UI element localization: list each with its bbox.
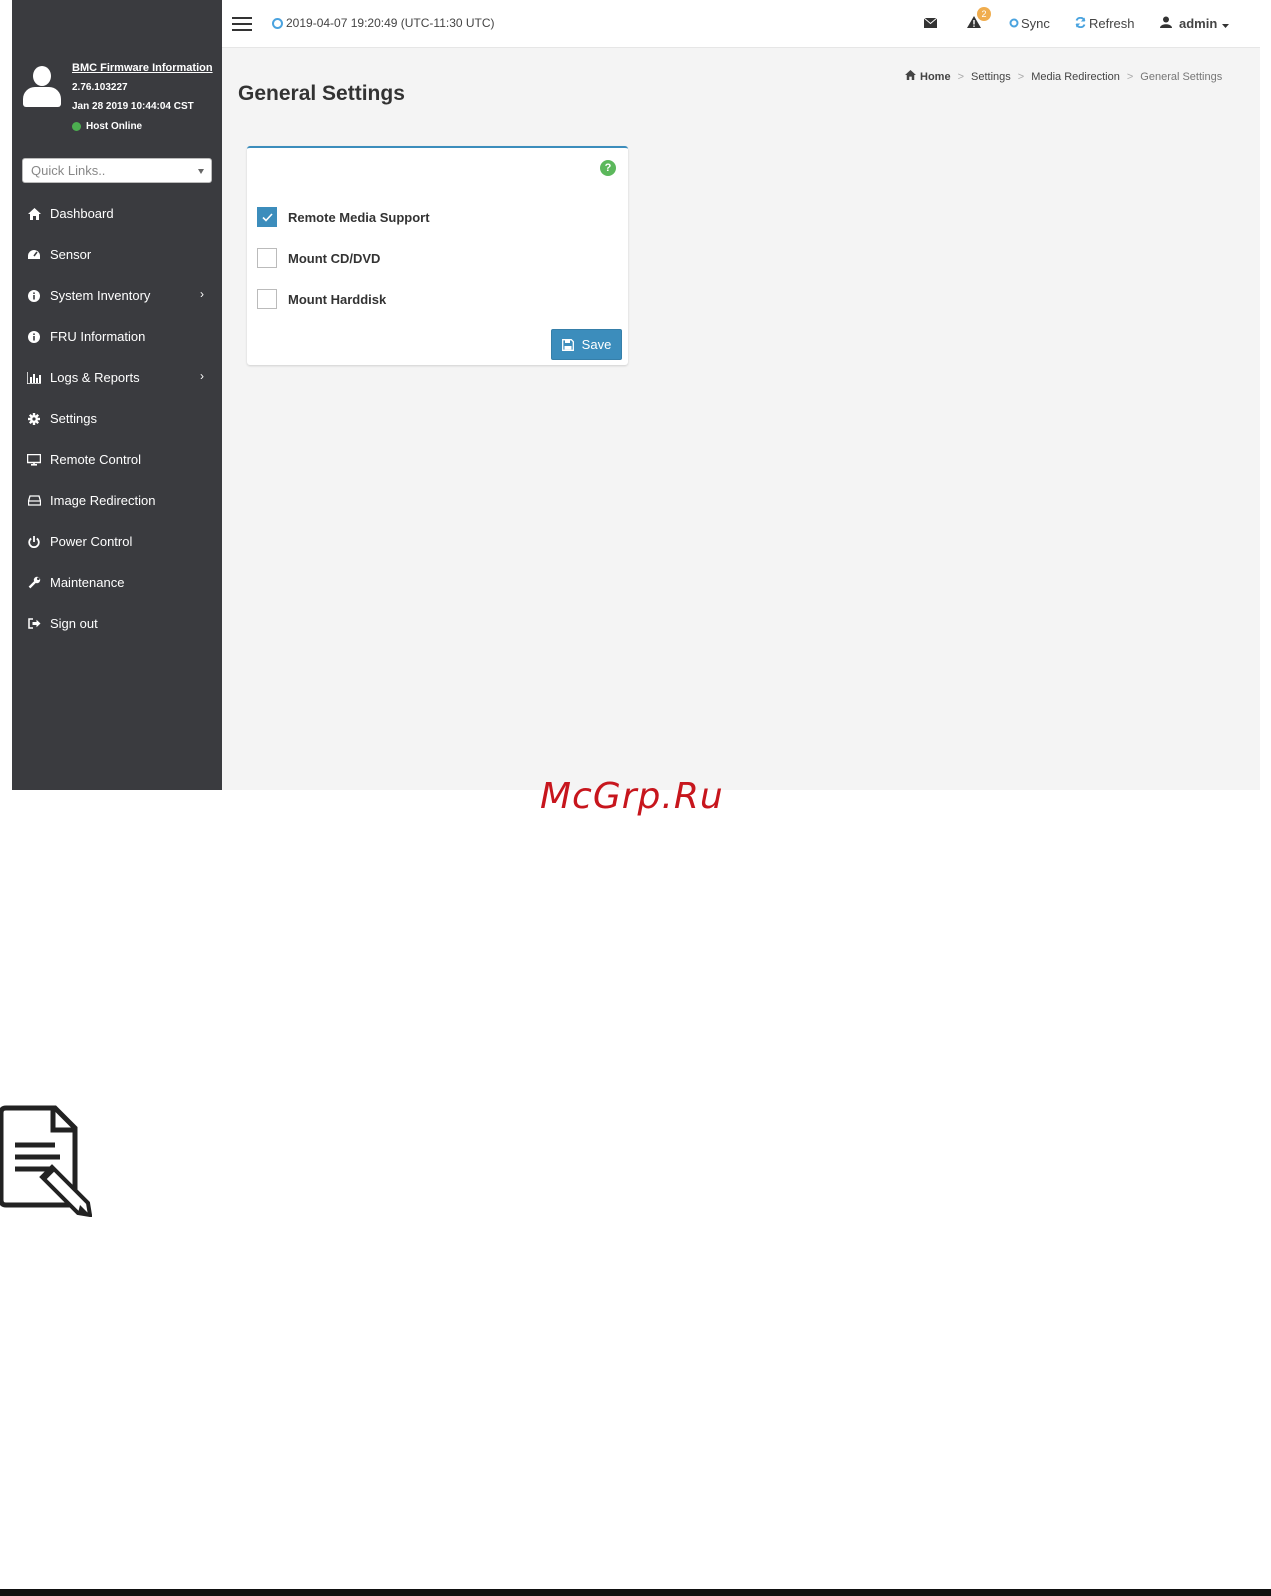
save-label: Save (581, 337, 612, 352)
top-navbar: 2019-04-07 19:20:49 (UTC-11:30 UTC) 2 Sy… (222, 0, 1260, 48)
sidebar-item-label: Image Redirection (50, 493, 156, 508)
sync-button[interactable]: Sync (1009, 16, 1050, 31)
sidebar-item-label: Dashboard (50, 206, 114, 221)
envelope-icon (923, 16, 938, 31)
sign-out-icon (27, 617, 41, 631)
datetime-label: 2019-04-07 19:20:49 (UTC-11:30 UTC) (286, 16, 495, 30)
save-button[interactable]: Save (551, 329, 622, 360)
sidebar-item-remote-control[interactable]: Remote Control (12, 439, 222, 480)
mount-cd-dvd-option[interactable]: Mount CD/DVD (257, 248, 380, 268)
clock-icon (272, 17, 283, 29)
wrench-icon (27, 576, 41, 590)
user-label: admin (1179, 16, 1218, 31)
sidebar-nav: Dashboard Sensor System Inventory › FRU (12, 193, 222, 644)
sidebar-item-label: Logs & Reports (50, 370, 140, 385)
option-label: Mount Harddisk (288, 291, 387, 307)
sidebar-item-label: Sign out (50, 616, 98, 631)
server-datetime: 2019-04-07 19:20:49 (UTC-11:30 UTC) (272, 16, 495, 30)
info-icon (27, 330, 41, 344)
monitor-icon (27, 453, 41, 467)
refresh-icon (1075, 16, 1086, 31)
quick-links-select[interactable]: Quick Links.. (22, 158, 212, 183)
sidebar-item-label: FRU Information (50, 329, 146, 344)
mount-harddisk-checkbox[interactable] (257, 289, 277, 309)
sidebar-item-fru-information[interactable]: FRU Information (12, 316, 222, 357)
sidebar-item-label: Power Control (50, 534, 133, 549)
sidebar-item-settings[interactable]: Settings (12, 398, 222, 439)
note-document-pencil-icon (0, 1105, 93, 1218)
watermark: McGrp.Ru (540, 776, 724, 817)
info-icon (27, 289, 41, 303)
chevron-right-icon: › (200, 369, 204, 383)
sidebar-item-power-control[interactable]: Power Control (12, 521, 222, 562)
breadcrumb-separator: > (1126, 70, 1134, 83)
power-icon (27, 535, 41, 549)
bar-chart-icon (27, 371, 41, 385)
user-icon (1160, 16, 1172, 31)
floppy-disk-icon (561, 338, 574, 351)
breadcrumb-current: General Settings (1140, 70, 1223, 83)
mount-harddisk-option[interactable]: Mount Harddisk (257, 289, 386, 309)
refresh-label: Refresh (1089, 16, 1135, 31)
sidebar-item-label: Settings (50, 411, 97, 426)
chevron-right-icon: › (200, 287, 204, 301)
quick-links-placeholder: Quick Links.. (31, 163, 106, 178)
sidebar-item-maintenance[interactable]: Maintenance (12, 562, 222, 603)
bmc-web-app: BMC Firmware Information 2.76.103227 Jan… (12, 0, 1260, 790)
sidebar-item-label: Remote Control (50, 452, 142, 467)
status-dot-icon (72, 122, 81, 131)
remote-media-support-option[interactable]: Remote Media Support (257, 207, 430, 227)
sidebar-item-label: System Inventory (50, 288, 151, 303)
messages-button[interactable] (923, 16, 938, 31)
page-bottom-rule (0, 1589, 1271, 1596)
breadcrumb-home[interactable]: Home (920, 71, 951, 83)
sidebar-item-dashboard[interactable]: Dashboard (12, 193, 222, 234)
caret-down-icon (198, 169, 204, 174)
general-settings-card: ? Remote Media Support Mount CD/DVD Moun… (247, 146, 628, 365)
option-label: Remote Media Support (288, 209, 430, 225)
page-title: General Settings (238, 82, 405, 105)
hdd-icon (27, 494, 41, 508)
breadcrumb: Home > Settings > Media Redirection > Ge… (905, 70, 1222, 83)
option-label: Mount CD/DVD (288, 250, 381, 266)
refresh-button[interactable]: Refresh (1075, 16, 1135, 31)
sidebar-item-system-inventory[interactable]: System Inventory › (12, 275, 222, 316)
tachometer-icon (27, 248, 41, 262)
sidebar-item-sensor[interactable]: Sensor (12, 234, 222, 275)
firmware-version: 2.76.103227 (72, 82, 128, 93)
sidebar-item-logs-reports[interactable]: Logs & Reports › (12, 357, 222, 398)
user-avatar-icon (23, 66, 61, 108)
sync-icon (1009, 16, 1019, 31)
alerts-button[interactable]: 2 (967, 7, 991, 31)
home-icon (905, 70, 916, 83)
help-icon[interactable]: ? (600, 160, 616, 176)
breadcrumb-separator: > (957, 70, 964, 83)
firmware-info-link[interactable]: BMC Firmware Information (72, 62, 213, 74)
mount-cd-dvd-checkbox[interactable] (257, 248, 277, 268)
sidebar-item-label: Sensor (50, 247, 92, 262)
sidebar-item-sign-out[interactable]: Sign out (12, 603, 222, 644)
remote-media-support-checkbox[interactable] (257, 207, 277, 227)
host-status-label: Host Online (86, 121, 143, 132)
sidebar: BMC Firmware Information 2.76.103227 Jan… (12, 0, 222, 790)
breadcrumb-separator: > (1017, 70, 1025, 83)
sidebar-item-label: Maintenance (50, 575, 125, 590)
menu-toggle-icon[interactable] (232, 17, 252, 33)
gear-icon (27, 412, 41, 426)
user-panel: BMC Firmware Information 2.76.103227 Jan… (12, 56, 222, 146)
user-menu[interactable]: admin (1160, 16, 1230, 31)
firmware-date: Jan 28 2019 10:44:04 CST (72, 101, 194, 112)
sync-label: Sync (1021, 16, 1050, 31)
home-icon (27, 207, 41, 221)
caret-down-icon (1222, 16, 1230, 31)
alert-count-badge: 2 (977, 7, 991, 21)
breadcrumb-media-redirection[interactable]: Media Redirection (1031, 71, 1120, 83)
breadcrumb-settings[interactable]: Settings (971, 71, 1011, 83)
host-status: Host Online (72, 121, 142, 132)
sidebar-item-image-redirection[interactable]: Image Redirection (12, 480, 222, 521)
